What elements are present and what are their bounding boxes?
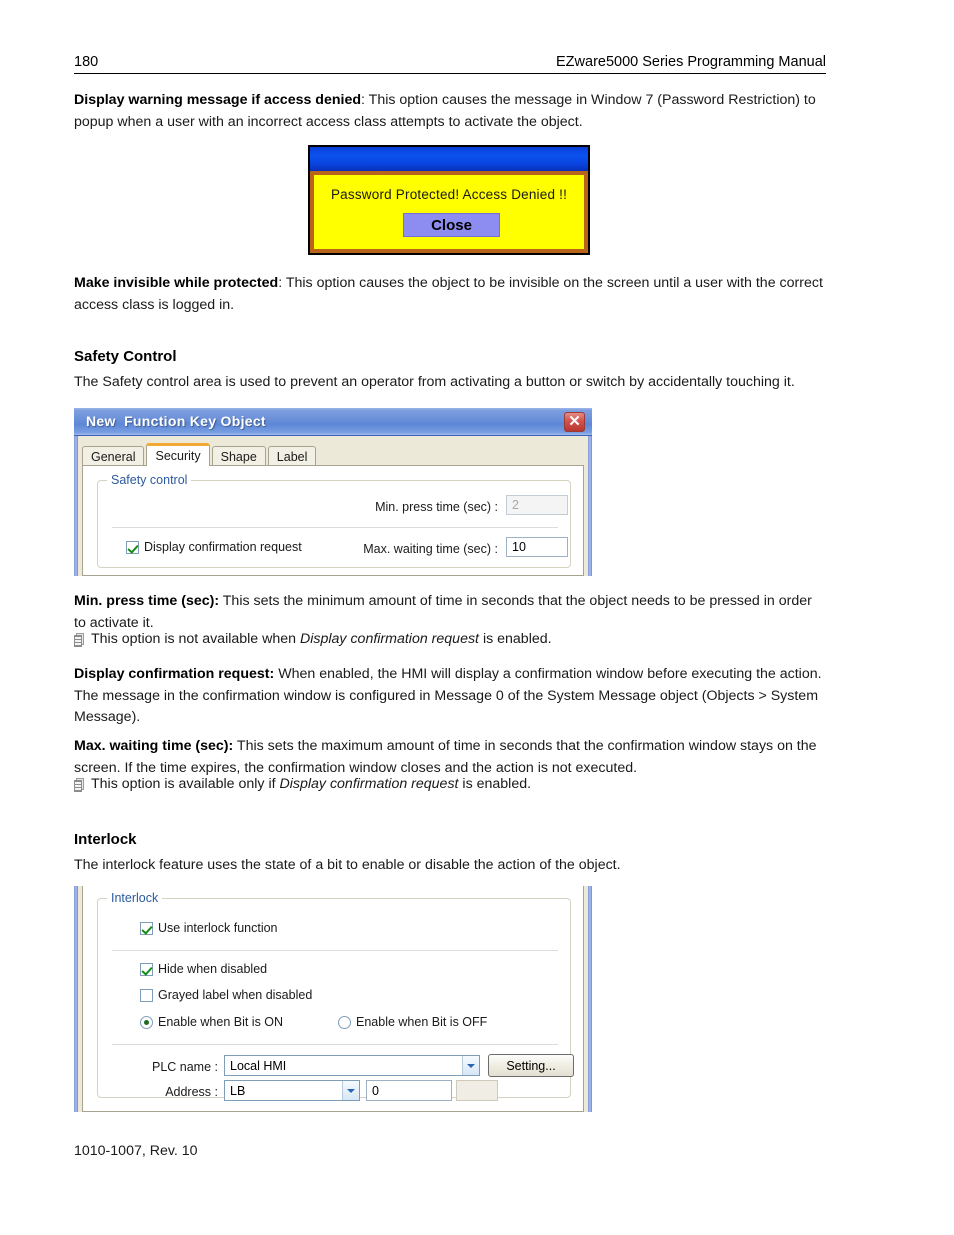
radio-label: Enable when Bit is ON: [158, 1015, 284, 1029]
chevron-down-icon[interactable]: [342, 1081, 359, 1100]
heading-safety-control: Safety Control: [74, 348, 177, 365]
interlock-tabpage: Interlock Use interlock function Hide wh…: [82, 886, 584, 1112]
password-denied-popup: Password Protected! Access Denied !! Clo…: [308, 145, 590, 255]
paragraph-min-press-time: Min. press time (sec): This sets the min…: [74, 591, 826, 634]
groupbox-safety-control: Safety control Min. press time (sec) : 2…: [97, 473, 571, 568]
dialog-title: New Function Key Object: [86, 413, 266, 429]
label-plc-name: PLC name :: [151, 1060, 218, 1074]
input-address-value[interactable]: 0: [366, 1080, 452, 1101]
note-min-press-time: This option is not available when Displa…: [74, 629, 826, 651]
paragraph-display-confirmation: Display confirmation request: When enabl…: [74, 664, 832, 729]
term-min-press-time: Min. press time (sec):: [74, 593, 220, 609]
groupbox-safety-control-title: Safety control: [107, 473, 192, 487]
note-max-waiting-time: This option is available only if Display…: [74, 774, 826, 796]
tab-shape[interactable]: Shape: [211, 446, 266, 466]
combo-address-type-value: LB: [230, 1083, 246, 1098]
popup-body: Password Protected! Access Denied !! Clo…: [310, 171, 588, 253]
function-key-object-dialog: New Function Key Object ✕ General Securi…: [74, 408, 592, 576]
manual-page: 180 EZware5000 Series Programming Manual…: [0, 0, 954, 1235]
checkbox-indicator: [140, 921, 153, 935]
note-max-waiting-pre: This option is available only if: [91, 776, 280, 792]
paragraph-safety-intro: The Safety control area is used to preve…: [74, 374, 795, 390]
note-icon: [74, 633, 85, 647]
note-icon: [74, 778, 85, 792]
checkbox-label: Use interlock function: [158, 921, 278, 935]
tab-general[interactable]: General: [82, 446, 145, 466]
tab-label[interactable]: Label: [267, 446, 317, 466]
paragraph-interlock-intro: The interlock feature uses the state of …: [74, 857, 621, 873]
term-display-confirmation: Display confirmation request:: [74, 666, 275, 682]
dialog-tabstrip: General Security Shape Label: [82, 443, 317, 466]
groupbox-separator: [112, 950, 558, 951]
popup-message: Password Protected! Access Denied !!: [330, 187, 568, 202]
interlock-dialog: Interlock Use interlock function Hide wh…: [74, 886, 592, 1112]
note-min-press-emphasis: Display confirmation request: [300, 631, 479, 647]
checkbox-display-confirmation-request[interactable]: Display confirmation request: [126, 540, 302, 554]
radio-indicator: [338, 1015, 351, 1029]
combo-plc-name[interactable]: Local HMI: [224, 1055, 480, 1076]
input-max-waiting-time[interactable]: 10: [506, 537, 568, 557]
dialog-titlebar[interactable]: New Function Key Object ✕: [74, 408, 592, 436]
groupbox-interlock-title: Interlock: [107, 891, 163, 905]
label-min-press-time: Min. press time (sec) :: [375, 500, 498, 514]
running-head: 180 EZware5000 Series Programming Manual: [74, 54, 826, 74]
note-max-waiting-emphasis: Display confirmation request: [279, 776, 459, 792]
note-max-waiting-post: is enabled.: [458, 776, 532, 792]
label-max-waiting-time: Max. waiting time (sec) :: [363, 542, 498, 556]
paragraph-display-warning: Display warning message if access denied…: [74, 90, 826, 133]
term-display-warning: Display warning message if access denied: [74, 92, 362, 108]
tabpage-security: Safety control Min. press time (sec) : 2…: [82, 465, 584, 576]
window-frame-right: [588, 886, 592, 1112]
checkbox-label: Grayed label when disabled: [158, 988, 313, 1002]
paragraph-max-waiting-time: Max. waiting time (sec): This sets the m…: [74, 736, 826, 779]
note-min-press-pre: This option is not available when: [91, 631, 300, 647]
heading-interlock: Interlock: [74, 831, 137, 848]
checkbox-indicator: [126, 540, 139, 554]
groupbox-separator: [112, 1044, 558, 1045]
footer-doc-id: 1010-1007, Rev. 10: [74, 1143, 198, 1159]
paragraph-make-invisible: Make invisible while protected: This opt…: [74, 273, 826, 316]
combo-address-type[interactable]: LB: [224, 1080, 360, 1101]
checkbox-use-interlock-function[interactable]: Use interlock function: [140, 921, 278, 935]
groupbox-interlock: Interlock Use interlock function Hide wh…: [97, 891, 574, 1101]
chevron-down-icon[interactable]: [462, 1056, 479, 1075]
popup-titlebar: [310, 147, 588, 171]
checkbox-grayed-label-when-disabled[interactable]: Grayed label when disabled: [140, 988, 312, 1002]
close-icon[interactable]: ✕: [564, 412, 585, 432]
input-min-press-time[interactable]: 2: [506, 495, 568, 515]
radio-enable-when-bit-off[interactable]: Enable when Bit is OFF: [338, 1015, 487, 1029]
checkbox-label: Display confirmation request: [144, 540, 302, 554]
label-address: Address :: [165, 1085, 218, 1099]
checkbox-indicator: [140, 962, 153, 976]
radio-enable-when-bit-on[interactable]: Enable when Bit is ON: [140, 1015, 283, 1029]
popup-close-button[interactable]: Close: [403, 213, 500, 237]
checkbox-indicator: [140, 988, 153, 1002]
checkbox-label: Hide when disabled: [158, 962, 268, 976]
input-address-extra[interactable]: [456, 1080, 498, 1101]
page-number: 180: [74, 54, 99, 70]
tab-security[interactable]: Security: [146, 443, 210, 466]
window-frame-left: [74, 886, 78, 1112]
note-min-press-post: is enabled.: [479, 631, 552, 647]
checkbox-hide-when-disabled[interactable]: Hide when disabled: [140, 962, 267, 976]
radio-indicator: [140, 1015, 153, 1029]
setting-button[interactable]: Setting...: [488, 1054, 574, 1077]
groupbox-separator: [112, 527, 558, 528]
combo-plc-name-value: Local HMI: [230, 1058, 287, 1073]
manual-title: EZware5000 Series Programming Manual: [556, 54, 826, 70]
term-make-invisible: Make invisible while protected: [74, 275, 279, 291]
term-max-waiting-time: Max. waiting time (sec):: [74, 738, 234, 754]
radio-label: Enable when Bit is OFF: [356, 1015, 488, 1029]
